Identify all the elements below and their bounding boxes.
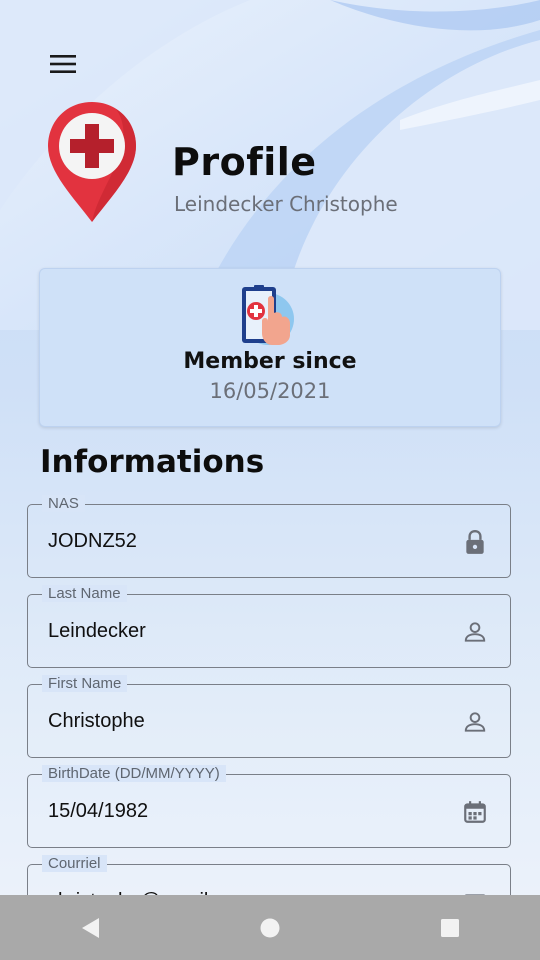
nas-field-value: JODNZ52 bbox=[48, 530, 137, 552]
birthdate-field-value: 15/04/1982 bbox=[48, 800, 149, 822]
calendar-icon[interactable] bbox=[462, 799, 488, 825]
medical-tablet-icon bbox=[242, 285, 294, 345]
nav-recents-button[interactable] bbox=[420, 898, 480, 958]
person-icon bbox=[464, 622, 486, 642]
first-name-field[interactable]: First Name Christophe bbox=[27, 675, 511, 758]
back-icon bbox=[82, 917, 99, 938]
nav-home-button[interactable] bbox=[240, 898, 300, 958]
medical-pin-logo bbox=[48, 102, 136, 222]
lock-icon bbox=[466, 529, 484, 554]
member-since-card: Member since 16/05/2021 bbox=[39, 268, 501, 427]
last-name-field-label: Last Name bbox=[42, 585, 127, 602]
menu-button[interactable] bbox=[40, 44, 86, 84]
system-navigation-bar bbox=[0, 895, 540, 960]
last-name-field[interactable]: Last Name Leindecker bbox=[27, 585, 511, 668]
first-name-field-value: Christophe bbox=[48, 710, 145, 732]
page-title: Profile bbox=[172, 140, 317, 184]
member-since-date: 16/05/2021 bbox=[209, 379, 331, 403]
hamburger-menu-icon bbox=[50, 55, 76, 73]
nas-field-label: NAS bbox=[42, 495, 85, 512]
member-since-label: Member since bbox=[183, 349, 357, 374]
email-field-label: Courriel bbox=[42, 855, 107, 872]
first-name-field-label: First Name bbox=[42, 675, 128, 692]
recents-icon bbox=[441, 918, 459, 937]
birthdate-field-label: BirthDate (DD/MM/YYYY) bbox=[42, 765, 226, 782]
home-icon bbox=[260, 918, 280, 937]
section-title-informations: Informations bbox=[40, 444, 265, 480]
nas-field[interactable]: NAS JODNZ52 bbox=[27, 495, 511, 578]
user-name: Leindecker Christophe bbox=[174, 192, 398, 216]
person-icon bbox=[464, 712, 486, 732]
nav-back-button[interactable] bbox=[60, 898, 120, 958]
birthdate-field[interactable]: BirthDate (DD/MM/YYYY) 15/04/1982 bbox=[27, 765, 511, 848]
last-name-field-value: Leindecker bbox=[48, 620, 146, 642]
